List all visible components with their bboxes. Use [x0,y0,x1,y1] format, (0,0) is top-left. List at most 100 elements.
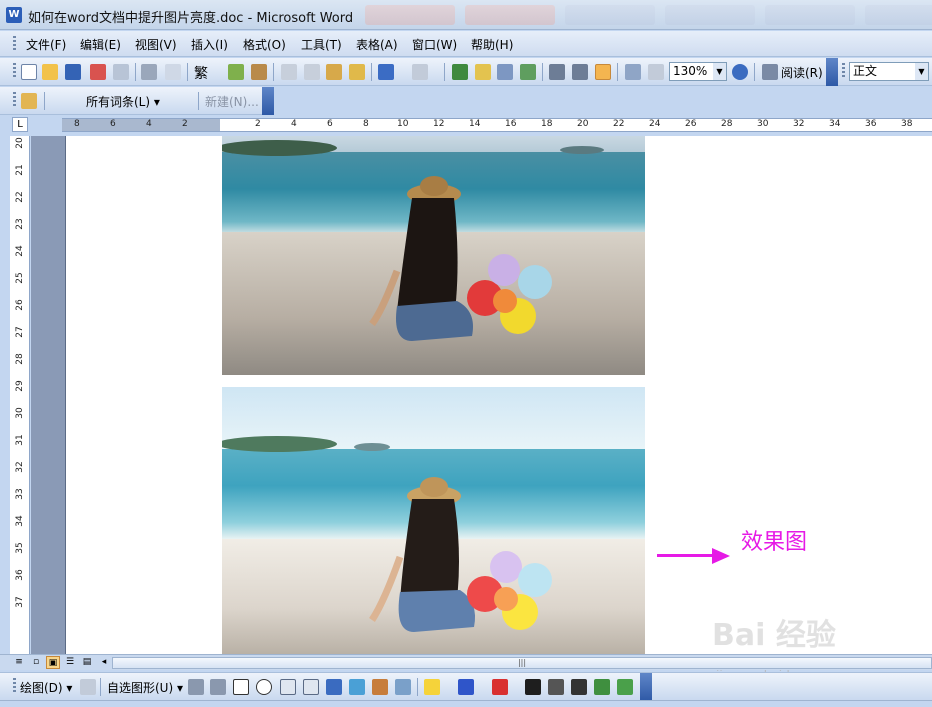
open-folder-icon[interactable] [42,64,58,80]
standard-toolbar: 繁 130% ▼ 阅读(R) 正文 ▼ [0,58,932,86]
diagram-icon[interactable] [349,679,365,695]
horizontal-scroll-track[interactable]: ||| [112,657,932,669]
undo-icon[interactable] [378,64,394,80]
read-icon[interactable] [762,64,778,80]
save-icon[interactable] [65,64,81,80]
vertical-ruler[interactable]: 20 21 22 23 24 25 26 27 28 29 30 31 32 3… [10,136,30,654]
new-entry-button[interactable]: 新建(N)... [205,93,259,110]
arrow-icon[interactable] [210,679,226,695]
print-view-icon[interactable]: ▣ [46,656,60,669]
wordart-icon[interactable] [326,679,342,695]
email-icon[interactable] [113,64,129,80]
select-objects-icon[interactable] [80,679,96,695]
new-document-icon[interactable] [21,64,37,80]
research-icon[interactable] [251,64,267,80]
chevron-down-icon[interactable]: ▼ [915,63,928,80]
oval-icon[interactable] [256,679,272,695]
3d-style-icon[interactable] [617,679,633,695]
clip-art-icon[interactable] [372,679,388,695]
copy-icon[interactable] [304,64,320,80]
menu-view[interactable]: 视图(V) [135,36,177,53]
hyperlink-icon[interactable] [452,64,468,80]
toolbar-separator [444,63,445,81]
font-color-icon[interactable] [492,679,508,695]
beach-photo-brightened[interactable] [222,387,645,654]
menu-window[interactable]: 窗口(W) [412,36,457,53]
read-button[interactable]: 阅读(R) [781,64,823,81]
ruler-number: 37 [15,596,25,608]
paragraph-mark-icon[interactable] [648,64,664,80]
scroll-left-icon[interactable]: ◂ [97,656,111,669]
outline-view-icon[interactable]: ☰ [63,656,77,669]
zoom-select[interactable]: 130% ▼ [669,62,727,81]
vertical-text-box-icon[interactable] [303,679,319,695]
ruler-number: 30 [757,119,769,129]
chevron-down-icon[interactable]: ▼ [713,63,726,80]
redo-icon[interactable] [412,64,428,80]
arrow-style-icon[interactable] [571,679,587,695]
ruler-number: 31 [15,434,25,446]
document-map-icon[interactable] [595,64,611,80]
word-icon[interactable]: W [6,7,22,23]
beach-photo-original[interactable] [222,136,645,375]
taskbar-ghost-tab [465,5,555,25]
menu-bar: 文件(F) 编辑(E) 视图(V) 插入(I) 格式(O) 工具(T) 表格(A… [0,31,932,57]
horizontal-scroll-thumb[interactable]: ||| [113,658,931,668]
format-painter-icon[interactable] [349,64,365,80]
menu-table[interactable]: 表格(A) [356,36,398,53]
toolbar-grip[interactable] [13,36,16,52]
menu-insert[interactable]: 插入(I) [191,36,228,53]
insert-excel-icon[interactable] [520,64,536,80]
print-preview-icon[interactable] [165,64,181,80]
menu-help[interactable]: 帮助(H) [471,36,513,53]
toolbar-options-icon[interactable] [640,673,652,701]
toolbar-grip[interactable] [13,678,16,694]
ruler-number: 29 [15,380,25,392]
print-icon[interactable] [141,64,157,80]
show-hide-icon[interactable] [625,64,641,80]
line-color-icon[interactable] [458,679,474,695]
menu-format[interactable]: 格式(O) [243,36,286,53]
all-entries-button[interactable]: 所有词条(L) ▾ [86,93,160,110]
drawing-icon[interactable] [572,64,588,80]
menu-tools[interactable]: 工具(T) [301,36,342,53]
permission-icon[interactable] [90,64,106,80]
cut-icon[interactable] [281,64,297,80]
line-style-icon[interactable] [525,679,541,695]
toolbar-grip[interactable] [13,63,16,79]
reading-view-icon[interactable]: ▤ [80,656,94,669]
autoshapes-button[interactable]: 自选图形(U) ▾ [107,679,183,696]
toolbar-options-icon[interactable] [826,58,838,86]
menu-file[interactable]: 文件(F) [26,36,66,53]
style-select[interactable]: 正文 ▼ [849,62,929,81]
autotext-icon[interactable] [21,93,37,109]
toolbar-separator [371,63,372,81]
line-icon[interactable] [188,679,204,695]
menu-edit[interactable]: 编辑(E) [80,36,121,53]
web-view-icon[interactable]: ▫ [29,656,43,669]
insert-picture-icon[interactable] [395,679,411,695]
insert-table-icon[interactable] [497,64,513,80]
shadow-style-icon[interactable] [594,679,610,695]
rectangle-icon[interactable] [233,679,249,695]
normal-view-icon[interactable]: ≡ [12,656,26,669]
traditional-chinese-button[interactable]: 繁 [194,63,208,83]
fill-color-icon[interactable] [424,679,440,695]
paste-icon[interactable] [326,64,342,80]
dash-style-icon[interactable] [548,679,564,695]
help-icon[interactable] [732,64,748,80]
ruler-number: 2 [255,119,261,129]
style-value: 正文 [853,64,878,78]
toolbar-grip[interactable] [842,63,845,79]
spelling-icon[interactable] [228,64,244,80]
toolbar-grip[interactable] [13,92,16,108]
columns-icon[interactable] [549,64,565,80]
text-box-icon[interactable] [280,679,296,695]
toolbar-options-icon[interactable] [262,87,274,115]
horizontal-ruler[interactable]: 8 6 4 2 2 4 6 8 10 12 14 16 18 20 22 24 … [62,118,932,132]
draw-menu-button[interactable]: 绘图(D) ▾ [20,679,72,696]
tables-borders-icon[interactable] [475,64,491,80]
ruler-number: 6 [110,119,116,129]
taskbar-ghost-tab [665,5,755,25]
tab-stop-selector[interactable]: L [12,117,28,132]
